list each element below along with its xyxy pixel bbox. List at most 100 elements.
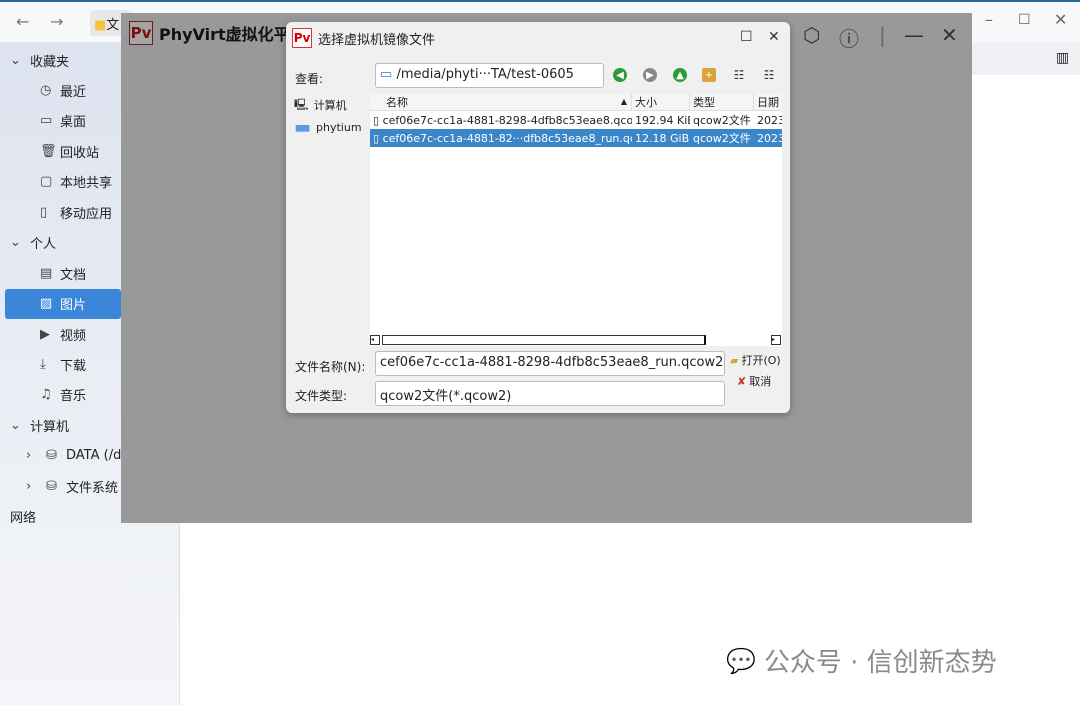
list-view-icon[interactable]: ☷ bbox=[732, 68, 746, 82]
sort-asc-icon: ▲ bbox=[620, 97, 627, 106]
chevron-down-icon: ⌄ bbox=[10, 417, 21, 433]
folder-icon: ■ bbox=[94, 18, 107, 33]
open-button[interactable]: ▰ 打开(O) bbox=[730, 352, 781, 368]
back-icon[interactable]: ◀ bbox=[613, 68, 627, 82]
video-icon: ▶ bbox=[40, 326, 50, 342]
scrollbar-thumb[interactable] bbox=[382, 335, 706, 345]
detail-view-icon[interactable]: ☷ bbox=[762, 68, 776, 82]
sidebar-item-label: 音乐 bbox=[60, 389, 87, 405]
column-type[interactable]: 类型 bbox=[690, 94, 754, 110]
app-close-button[interactable]: ✕ bbox=[941, 23, 958, 47]
app-minimize-button[interactable]: — bbox=[904, 23, 924, 47]
open-label: 打开(O) bbox=[741, 354, 781, 367]
trash-icon: 🗑 bbox=[40, 143, 57, 159]
column-size[interactable]: 大小 bbox=[632, 94, 690, 110]
folder-icon: ▬ bbox=[294, 116, 312, 138]
forward-button[interactable]: → bbox=[50, 12, 63, 31]
dialog-maximize-button[interactable]: ☐ bbox=[740, 29, 753, 45]
filetype-label: 文件类型: bbox=[295, 389, 348, 403]
column-view-icon[interactable]: ▥ bbox=[1056, 50, 1069, 66]
cancel-x-icon: ✘ bbox=[737, 374, 747, 388]
column-label: 名称 bbox=[386, 96, 408, 109]
dialog-title: 选择虚拟机镜像文件 bbox=[318, 32, 436, 48]
column-date[interactable]: 日期 bbox=[754, 94, 782, 110]
wechat-icon: 💬 bbox=[726, 646, 756, 675]
sidebar-item-label: 计算机 bbox=[30, 419, 70, 435]
sidebar-item-label: 下载 bbox=[60, 359, 87, 374]
sidebar-item-label: 本地共享 bbox=[60, 176, 113, 192]
close-button[interactable]: ✕ bbox=[1054, 10, 1067, 29]
file-type: qcow2文件 bbox=[693, 114, 751, 127]
place-computer[interactable]: 🖳 计算机 bbox=[294, 94, 370, 116]
file-name: cef06e7c-cc1a-4881-82···dfb8c53eae8_run.… bbox=[382, 131, 632, 145]
new-folder-icon[interactable]: + bbox=[702, 68, 716, 82]
place-home[interactable]: ▬ phytium bbox=[294, 116, 370, 138]
file-name: cef06e7c-cc1a-4881-8298-4dfb8c53eae8.qco… bbox=[382, 113, 632, 127]
document-icon: ▤ bbox=[40, 265, 53, 281]
filename-input[interactable]: cef06e7c-cc1a-4881-8298-4dfb8c53eae8_run… bbox=[375, 351, 725, 376]
dialog-close-button[interactable]: ✕ bbox=[768, 29, 780, 45]
music-icon: ♫ bbox=[40, 387, 52, 403]
file-date: 2023 bbox=[757, 131, 782, 145]
divider: | bbox=[879, 23, 886, 47]
filetype-select[interactable]: qcow2文件(*.qcow2) bbox=[375, 381, 725, 406]
sidebar-item-label: 桌面 bbox=[60, 115, 87, 131]
sidebar-item-label: 文件系统 bbox=[66, 480, 119, 496]
folder-icon: ▭ bbox=[380, 67, 393, 82]
view-toolbar: ▥ bbox=[972, 42, 1080, 75]
desktop-icon: ▭ bbox=[40, 113, 53, 129]
horizontal-scrollbar[interactable]: ◂ ▸ bbox=[370, 335, 782, 345]
help-icon[interactable]: ⓘ bbox=[839, 23, 859, 52]
sidebar-item-label: 最近 bbox=[60, 84, 87, 100]
filename-label: 文件名称(N): bbox=[295, 360, 366, 374]
file-date: 2023 bbox=[757, 113, 782, 127]
sidebar-item-label: 收藏夹 bbox=[30, 54, 70, 70]
maximize-button[interactable]: ☐ bbox=[1018, 12, 1031, 28]
sidebar-item-label: 网络 bbox=[10, 511, 37, 527]
file-icon: ▯ bbox=[373, 113, 380, 127]
chevron-right-icon: › bbox=[26, 478, 32, 494]
sidebar-item-label: 视频 bbox=[60, 328, 87, 344]
watermark: 💬 公众号 · 信创新态势 bbox=[726, 642, 997, 679]
download-icon: ⤓ bbox=[40, 357, 46, 372]
app-title: Pv PhyVirt虚拟化平台 bbox=[129, 21, 306, 45]
minimize-button[interactable]: – bbox=[985, 10, 993, 29]
sidebar-item-label: 个人 bbox=[30, 237, 57, 253]
chevron-right-icon: › bbox=[26, 448, 32, 464]
sidebar-item-label: 文档 bbox=[60, 267, 87, 283]
scroll-left-button[interactable]: ◂ bbox=[370, 335, 380, 345]
file-type: qcow2文件 bbox=[693, 132, 751, 145]
sidebar-item-label: 图片 bbox=[60, 298, 87, 314]
folder-icon: ▢ bbox=[40, 174, 53, 190]
file-size: 12.18 GiB bbox=[635, 131, 690, 145]
back-button[interactable]: ← bbox=[16, 12, 29, 31]
clock-icon: ◷ bbox=[40, 82, 52, 98]
parent-folder-icon[interactable]: ▲ bbox=[673, 68, 687, 82]
forward-icon[interactable]: ▶ bbox=[643, 68, 657, 82]
column-name[interactable]: 名称 ▲ bbox=[370, 94, 632, 110]
scroll-right-button[interactable]: ▸ bbox=[771, 335, 781, 345]
settings-icon[interactable]: ⬡ bbox=[803, 23, 820, 47]
address-text: 文 bbox=[106, 18, 120, 33]
watermark-text: 公众号 · 信创新态势 bbox=[763, 648, 997, 678]
sidebar-item[interactable]: ▨ 图片 bbox=[5, 288, 121, 319]
app-logo: Pv bbox=[129, 21, 153, 45]
app-title-text: PhyVirt虚拟化平台 bbox=[159, 25, 306, 44]
path-combobox[interactable]: ▭ /media/phyti···TA/test-0605 bbox=[375, 63, 604, 88]
sidebar-item-label: 移动应用 bbox=[60, 206, 113, 222]
computer-icon: 🖳 bbox=[294, 97, 309, 111]
dialog-logo: Pv bbox=[292, 28, 312, 48]
place-label: phytium bbox=[316, 120, 362, 134]
file-open-dialog: Pv 选择虚拟机镜像文件 ☐ ✕ 查看: ▭ /media/phyti···TA/… bbox=[286, 22, 790, 413]
file-list-header: 名称 ▲ 大小 类型 日期 bbox=[370, 94, 782, 111]
file-row[interactable]: ▯ cef06e7c-cc1a-4881-82···dfb8c53eae8_ru… bbox=[370, 129, 782, 147]
image-icon: ▨ bbox=[40, 296, 53, 312]
place-label: 计算机 bbox=[313, 99, 347, 112]
file-row[interactable]: ▯ cef06e7c-cc1a-4881-8298-4dfb8c53eae8.q… bbox=[370, 111, 782, 129]
places-panel: 🖳 计算机 ▬ phytium bbox=[294, 94, 370, 138]
cancel-label: 取消 bbox=[749, 375, 772, 388]
file-list: 名称 ▲ 大小 类型 日期 ▯ cef06e7c-cc1a-4881-8298-4… bbox=[370, 94, 782, 346]
file-icon: ▯ bbox=[373, 131, 380, 145]
file-size: 192.94 KiB bbox=[635, 113, 690, 127]
cancel-button[interactable]: ✘ 取消 bbox=[737, 373, 771, 389]
